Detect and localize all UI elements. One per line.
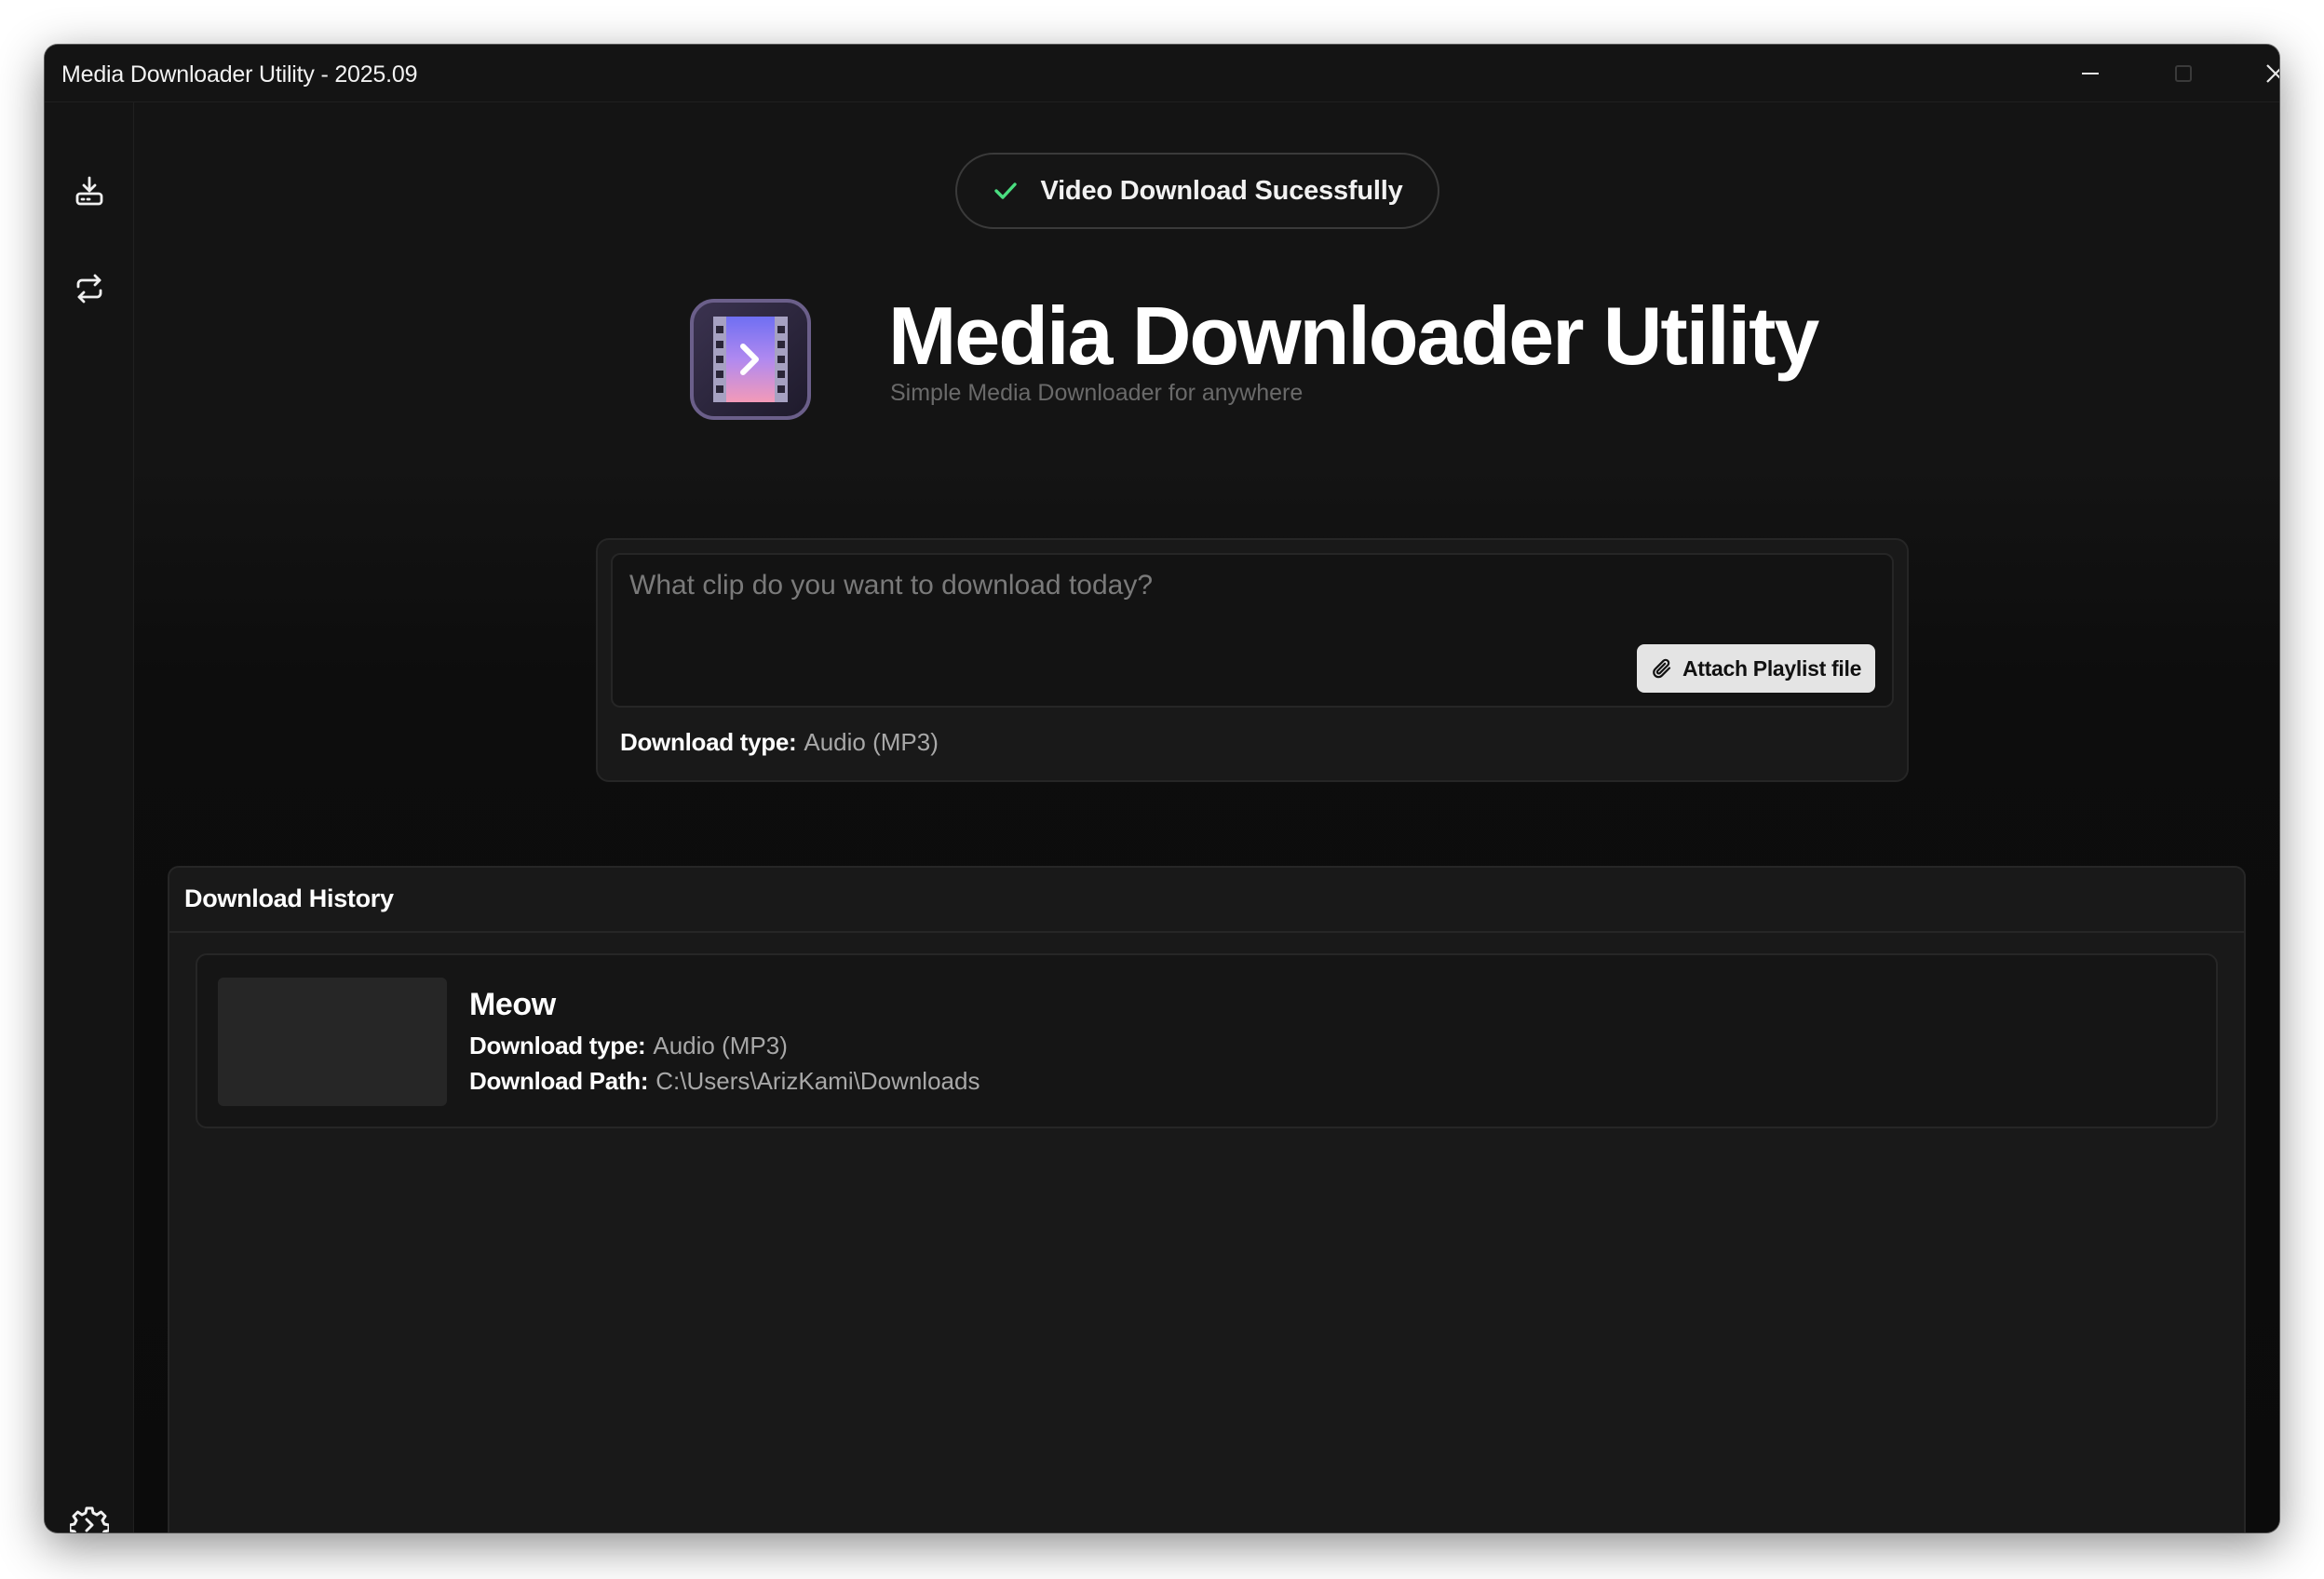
success-toast: Video Download Sucessfully <box>955 153 1439 229</box>
history-item-path-value: C:\Users\ArizKami\Downloads <box>655 1067 980 1095</box>
app-logo <box>689 298 812 421</box>
url-input[interactable]: What clip do you want to download today?… <box>611 553 1894 708</box>
history-item-thumbnail <box>218 978 447 1106</box>
url-input-placeholder: What clip do you want to download today? <box>629 570 1154 601</box>
toast-message: Video Download Sucessfully <box>1040 175 1403 206</box>
maximize-icon <box>2175 65 2192 82</box>
close-icon <box>2266 64 2279 83</box>
history-item-type-row: Download type: Audio (MP3) <box>469 1032 788 1060</box>
history-title: Download History <box>184 884 394 912</box>
sidebar-item-settings[interactable] <box>61 1497 117 1532</box>
history-item-path-label: Download Path: <box>469 1067 649 1095</box>
download-history-panel: Download History Meow Download type: Audi… <box>168 866 2246 1532</box>
check-icon <box>994 182 1018 199</box>
history-item-title: Meow <box>469 987 556 1022</box>
convert-arrows-icon <box>76 274 102 304</box>
page-subtitle: Simple Media Downloader for anywhere <box>890 380 1304 406</box>
close-button[interactable] <box>2238 45 2279 102</box>
download-type-row[interactable]: Download type: Audio (MP3) <box>620 728 939 757</box>
minimize-icon <box>2082 73 2099 74</box>
download-icon <box>75 176 103 206</box>
download-type-value[interactable]: Audio (MP3) <box>804 728 939 756</box>
sidebar <box>45 102 134 1532</box>
minimize-button[interactable] <box>2053 45 2128 102</box>
sidebar-item-download[interactable] <box>61 164 117 220</box>
download-type-label: Download type: <box>620 728 797 756</box>
app-window: Media Downloader Utility - 2025.09 Video… <box>45 45 2279 1532</box>
gear-icon <box>70 1506 109 1532</box>
attach-playlist-label: Attach Playlist file <box>1682 655 1862 681</box>
download-input-card: What clip do you want to download today?… <box>596 538 1909 782</box>
maximize-button[interactable] <box>2146 45 2221 102</box>
history-item-path-row: Download Path: C:\Users\ArizKami\Download… <box>469 1067 980 1096</box>
title-bar: Media Downloader Utility - 2025.09 <box>45 45 2279 102</box>
history-item[interactable]: Meow Download type: Audio (MP3) Download … <box>196 953 2218 1128</box>
main-content: Video Download Sucessfully Media Downloa… <box>134 102 2279 1532</box>
sidebar-item-convert[interactable] <box>61 261 117 317</box>
history-header: Download History <box>169 868 2244 933</box>
attach-playlist-button[interactable]: Attach Playlist file <box>1637 644 1875 693</box>
page-title: Media Downloader Utility <box>888 290 1819 382</box>
paperclip-icon <box>1653 658 1671 679</box>
window-title: Media Downloader Utility - 2025.09 <box>61 61 418 88</box>
history-item-type-label: Download type: <box>469 1032 646 1059</box>
history-item-type-value: Audio (MP3) <box>653 1032 788 1059</box>
